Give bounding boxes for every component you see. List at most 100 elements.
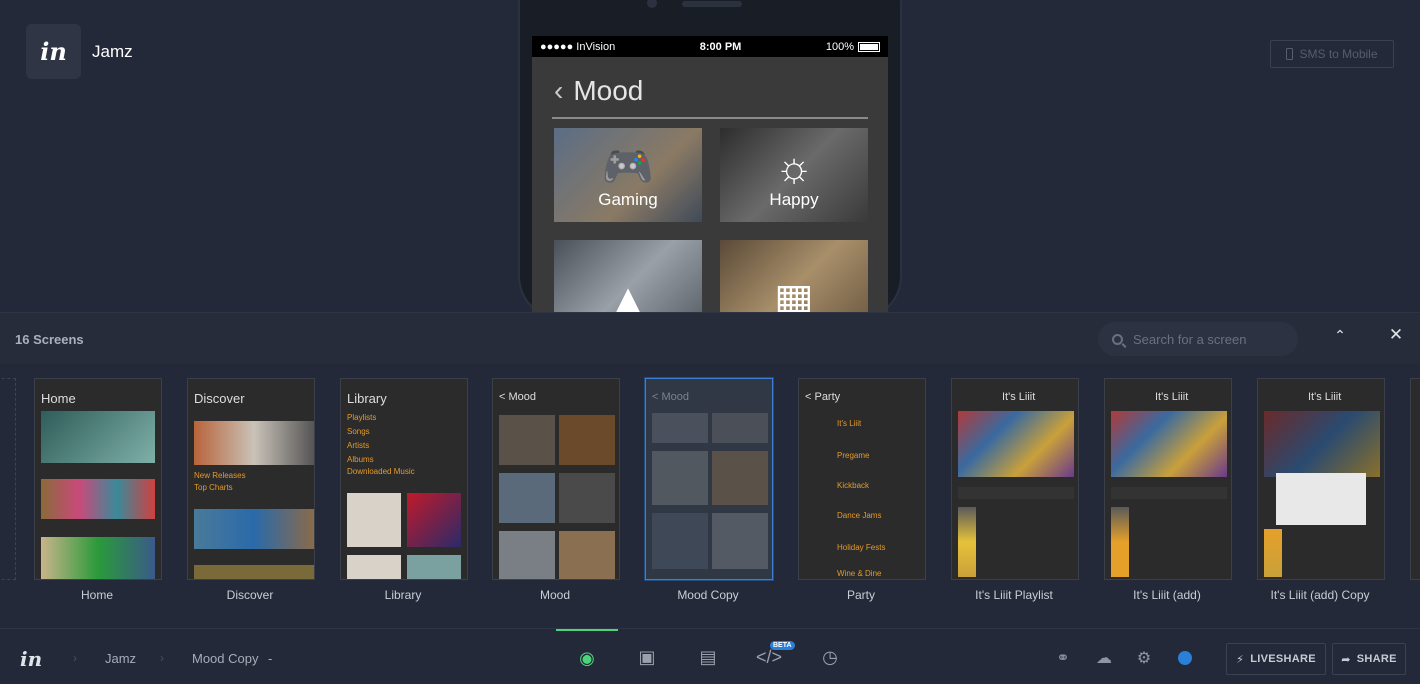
screen-label-mood[interactable]: Mood xyxy=(475,588,635,602)
screen-thumb-library[interactable]: Library Playlists Songs Artists Albums D… xyxy=(340,378,468,580)
liveshare-button[interactable]: ⚡ LIVESHARE xyxy=(1226,643,1326,675)
thumb-tile xyxy=(652,451,708,505)
cloud-download-icon[interactable]: ☁ xyxy=(1094,648,1114,668)
mood-tile-holiday[interactable]: ▲ xyxy=(554,240,702,316)
back-chevron-icon[interactable]: ‹ xyxy=(554,75,563,107)
screen-thumb-mood-copy[interactable]: < Mood xyxy=(645,378,773,580)
thumb-tile xyxy=(712,513,768,569)
thumb-orange-text: Dance Jams xyxy=(837,511,882,520)
thumb-title: < Party xyxy=(805,391,841,403)
thumb-tile xyxy=(499,473,555,523)
close-icon[interactable]: ✕ xyxy=(1382,325,1410,345)
screen-label-home[interactable]: Home xyxy=(17,588,177,602)
screen-label-library[interactable]: Library xyxy=(323,588,483,602)
invision-logo[interactable]: in xyxy=(26,24,81,79)
chevron-up-icon[interactable]: ⌃ xyxy=(1326,327,1354,344)
screen-thumb-partial[interactable] xyxy=(1410,378,1420,580)
header-divider xyxy=(552,117,868,119)
breadcrumb-separator-icon: › xyxy=(73,651,77,665)
screen-search-input[interactable]: Search for a screen xyxy=(1098,322,1298,356)
share-button[interactable]: ➦ SHARE xyxy=(1332,643,1406,675)
search-placeholder: Search for a screen xyxy=(1133,331,1247,347)
history-mode-clock-icon[interactable]: ◷ xyxy=(799,629,861,684)
gamepad-icon: 🎮 xyxy=(601,143,655,190)
preview-mode-eye-icon[interactable]: ◉ xyxy=(556,629,618,684)
screen-dropdown-caret[interactable]: - xyxy=(268,651,272,666)
screen-label-mood-copy[interactable]: Mood Copy xyxy=(628,588,788,602)
inspect-mode-code-icon[interactable]: </> BETA xyxy=(738,629,800,684)
thumb-tile xyxy=(559,415,615,465)
screen-thumb-mood[interactable]: < Mood xyxy=(492,378,620,580)
thumb-title: It's Liiit xyxy=(1308,391,1342,403)
sms-to-mobile-button[interactable]: SMS to Mobile xyxy=(1270,40,1394,68)
screen-thumb-discover[interactable]: Discover New Releases Top Charts xyxy=(187,378,315,580)
thumb-orange-text: Holiday Fests xyxy=(837,543,886,552)
share-label: SHARE xyxy=(1356,653,1397,665)
thumb-orange-text: Pregame xyxy=(837,451,870,460)
sun-icon: ☼ xyxy=(774,143,814,190)
status-bar: ●●●●● InVision 8:00 PM 100% xyxy=(532,36,888,57)
mood-tile-gaming[interactable]: 🎮 Gaming xyxy=(554,128,702,222)
thumb-art-row xyxy=(194,509,314,549)
screen-thumb-party[interactable]: < Party It's Liiit Pregame Kickback Danc… xyxy=(798,378,926,580)
screen-label-discover[interactable]: Discover xyxy=(170,588,330,602)
screen-label-its-liiit-playlist[interactable]: It's Liiit Playlist xyxy=(934,588,1094,602)
thumb-list xyxy=(1111,507,1129,577)
phone-speaker xyxy=(682,1,742,7)
thumb-title: Home xyxy=(41,391,76,406)
thumb-title: Discover xyxy=(194,391,245,406)
thumb-controls xyxy=(1111,487,1227,499)
share-nodes-icon[interactable]: ⚭ xyxy=(1053,648,1073,668)
mood-tile-instrumental[interactable]: ▦ xyxy=(720,240,868,316)
screen-title: Mood xyxy=(573,75,644,106)
thumb-art-row xyxy=(41,479,155,519)
thumb-orange-text: Albums xyxy=(347,455,374,464)
screen-thumb-its-liiit-add-copy[interactable]: It's Liiit xyxy=(1257,378,1385,580)
lightning-icon: ⚡ xyxy=(1236,653,1245,666)
thumb-album xyxy=(407,555,461,579)
thumb-art-row xyxy=(41,537,155,579)
thumb-orange-text: Top Charts xyxy=(194,483,233,492)
project-title: Jamz xyxy=(92,42,133,61)
thumb-orange-text: New Releases xyxy=(194,471,246,480)
thumb-album xyxy=(407,493,461,547)
share-arrow-icon: ➦ xyxy=(1341,653,1351,666)
user-avatar[interactable] xyxy=(1178,651,1192,665)
thumb-orange-text: Artists xyxy=(347,441,370,450)
breadcrumb-screen[interactable]: Mood Copy xyxy=(192,651,258,666)
prototype-screen[interactable]: ●●●●● InVision 8:00 PM 100% ‹ Mood 🎮 Gam… xyxy=(532,36,888,316)
thumb-controls xyxy=(958,487,1074,499)
piano-icon: ▦ xyxy=(774,275,814,317)
screen-header: ‹ Mood xyxy=(532,57,888,107)
breadcrumb-separator-icon: › xyxy=(160,651,164,665)
bottom-toolbar: in › Jamz › Mood Copy - ◉ ▣ ▤ </> BETA ◷ … xyxy=(0,628,1420,684)
thumb-tile xyxy=(559,473,615,523)
screens-strip: Home Home Discover New Releases Top Char… xyxy=(0,364,1420,628)
thumb-art-row xyxy=(194,421,314,465)
breadcrumb-project[interactable]: Jamz xyxy=(105,651,136,666)
screen-label-its-liiit-add-copy[interactable]: It's Liiit (add) Copy xyxy=(1240,588,1400,602)
thumb-art-row xyxy=(194,565,314,579)
gear-icon[interactable]: ⚙ xyxy=(1134,648,1154,668)
thumb-cover xyxy=(958,411,1074,477)
invision-home-logo[interactable]: in xyxy=(20,647,42,671)
screen-thumb-home[interactable]: Home xyxy=(34,378,162,580)
comment-mode-icon[interactable]: ▤ xyxy=(677,629,739,684)
battery-status: 100% xyxy=(826,41,880,53)
screen-thumb-its-liiit-add[interactable]: It's Liiit xyxy=(1104,378,1232,580)
search-icon xyxy=(1112,333,1123,345)
thumb-cover xyxy=(1111,411,1227,477)
thumb-album xyxy=(347,493,401,547)
mood-tile-happy[interactable]: ☼ Happy xyxy=(720,128,868,222)
thumb-title: It's Liiit xyxy=(1002,391,1036,403)
thumb-orange-text: Songs xyxy=(347,427,370,436)
thumb-list xyxy=(958,507,976,577)
screen-thumb-its-liiit-playlist[interactable]: It's Liiit xyxy=(951,378,1079,580)
thumb-title: It's Liiit xyxy=(1155,391,1189,403)
screen-label-party[interactable]: Party xyxy=(781,588,941,602)
thumb-tile xyxy=(652,513,708,569)
thumb-orange-text: Wine & Dine xyxy=(837,569,882,578)
screen-label-its-liiit-add[interactable]: It's Liiit (add) xyxy=(1087,588,1247,602)
build-mode-icon[interactable]: ▣ xyxy=(616,629,678,684)
status-time: 8:00 PM xyxy=(699,40,742,53)
